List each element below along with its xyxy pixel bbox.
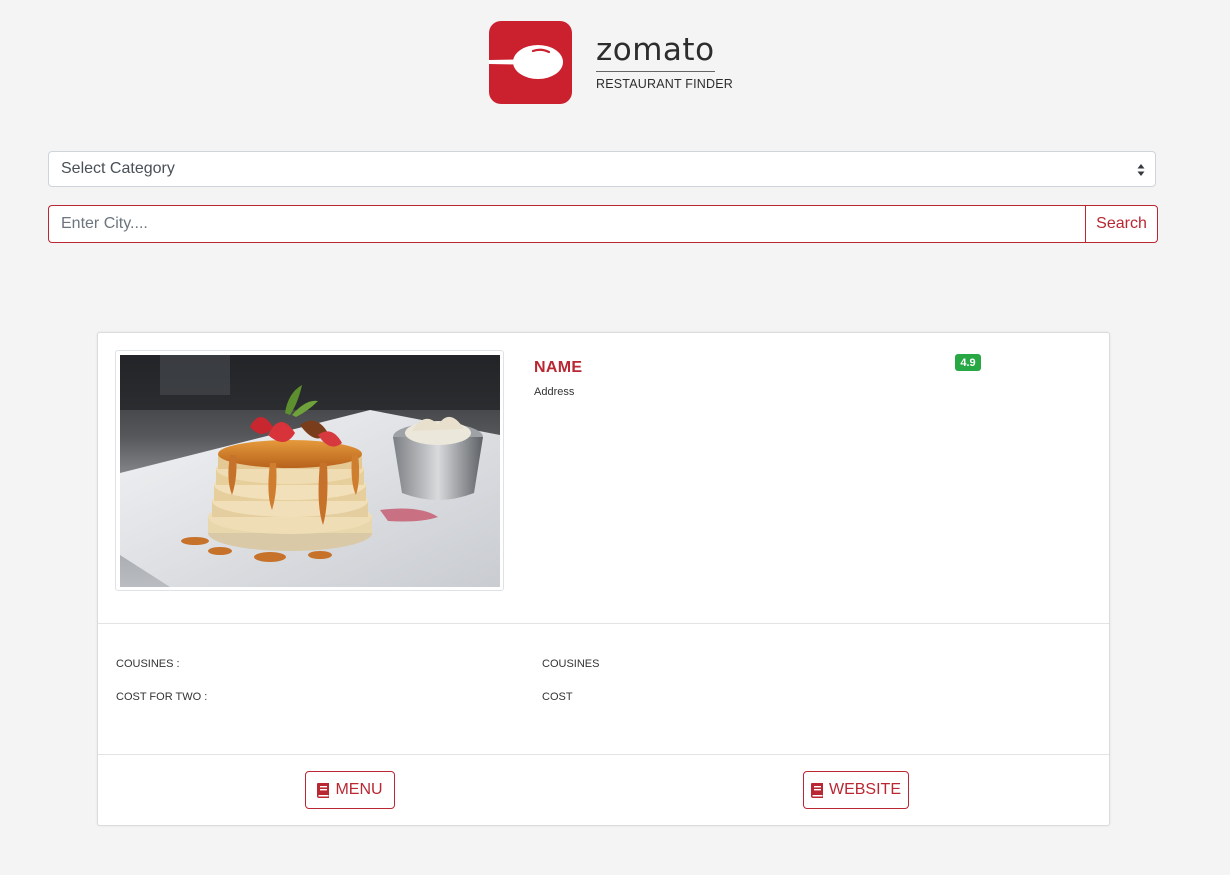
search-button[interactable]: Search [1085,205,1158,243]
restaurant-name: NAME [534,359,583,376]
restaurant-image [115,350,504,591]
restaurant-card: NAME Address 4.9 COUSINES : COUSINES COS… [97,332,1110,826]
logo-tagline: RESTAURANT FINDER [596,77,733,91]
spoon-icon [489,20,572,104]
logo-wordmark: zomato [596,33,715,72]
city-input[interactable] [48,205,1085,243]
menu-button-label: MENU [335,781,383,798]
cuisines-label: COUSINES : [116,658,180,670]
card-divider [98,623,1109,624]
restaurant-address: Address [534,386,575,398]
cuisines-value: COUSINES [542,658,600,670]
pancakes-photo [120,355,500,587]
book-icon [810,782,823,798]
website-button-label: WEBSITE [828,781,901,798]
book-icon [317,782,330,798]
rating-badge: 4.9 [955,354,981,371]
menu-button[interactable]: MENU [305,771,395,809]
cost-label: COST FOR TWO : [116,691,208,703]
cost-value: COST [542,691,573,703]
zomato-logo: zomato RESTAURANT FINDER [489,20,733,104]
city-search-group: Search [48,205,1158,243]
card-footer-divider [98,754,1109,755]
category-select[interactable]: Select Category [48,151,1156,187]
website-button[interactable]: WEBSITE [803,771,909,809]
category-select-value: Select Category [61,160,175,177]
select-caret-icon [1137,164,1145,176]
